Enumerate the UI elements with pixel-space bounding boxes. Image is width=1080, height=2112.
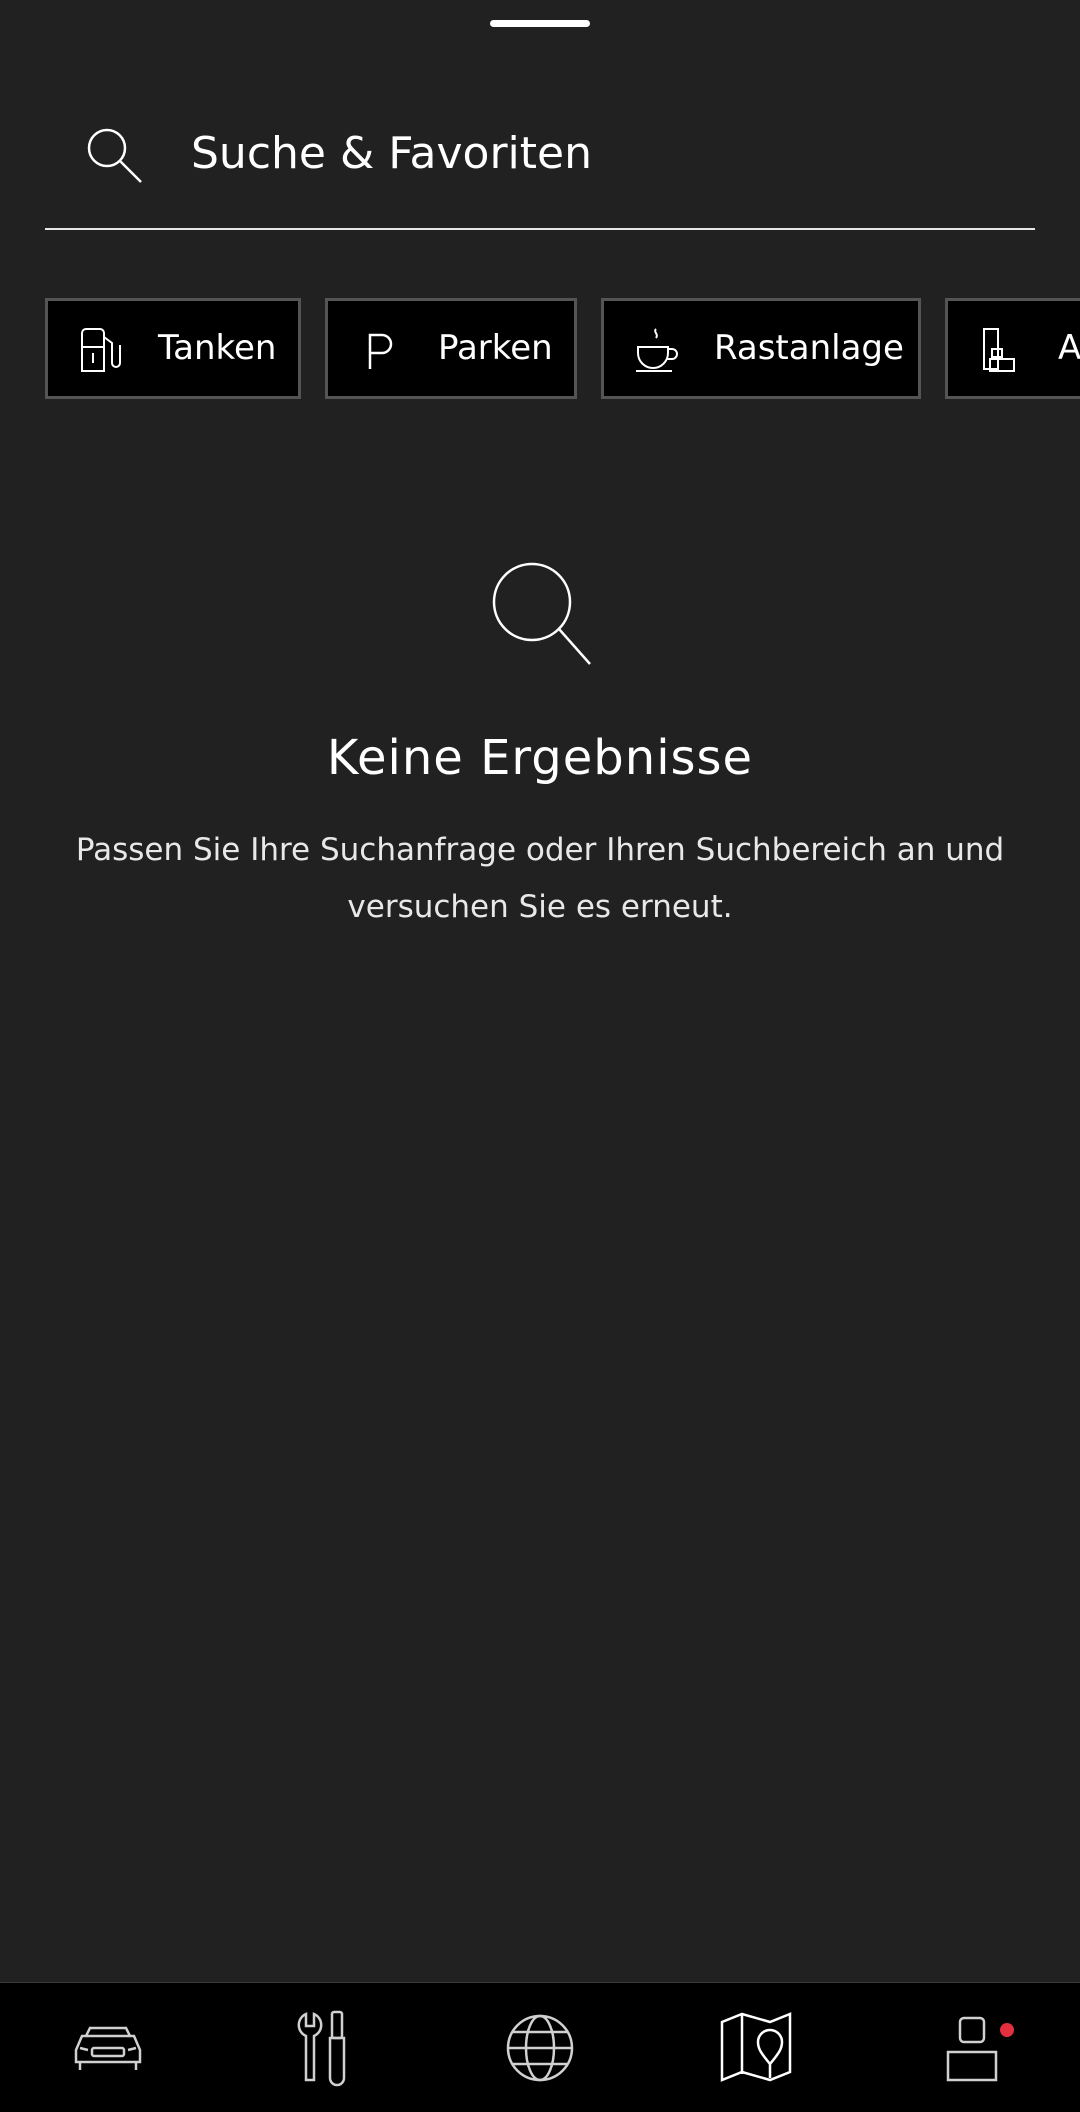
search-icon — [87, 128, 142, 183]
search-bar[interactable] — [45, 100, 1035, 230]
nav-item-car[interactable] — [0, 1983, 216, 2112]
chip-label: Parken — [438, 328, 553, 368]
category-chips: Tanken Parken Rastanlage A — [45, 298, 1080, 400]
empty-state-description: Passen Sie Ihre Suchanfrage oder Ihren S… — [75, 832, 1005, 925]
search-input[interactable] — [191, 122, 991, 186]
fuel-pump-icon — [81, 328, 121, 372]
chip-more[interactable]: A — [945, 298, 1080, 399]
chip-tanken[interactable]: Tanken — [45, 298, 301, 399]
profile-icon — [946, 2016, 998, 2082]
chip-label: A — [1058, 328, 1080, 368]
map-icon — [720, 2012, 792, 2082]
chip-rastanlage[interactable]: Rastanlage — [601, 298, 921, 399]
search-screen: Tanken Parken Rastanlage A — [0, 0, 1080, 2112]
drag-handle[interactable] — [490, 20, 590, 27]
globe-icon — [506, 2014, 574, 2082]
car-icon — [74, 2026, 142, 2070]
bottom-navigation — [0, 1982, 1080, 2112]
chip-parken[interactable]: Parken — [325, 298, 577, 399]
nav-item-explore[interactable] — [432, 1983, 648, 2112]
chip-label: Tanken — [158, 328, 277, 368]
nav-item-service[interactable] — [216, 1983, 432, 2112]
search-icon — [492, 562, 591, 665]
empty-state-title: Keine Ergebnisse — [326, 730, 754, 786]
chip-label: Rastanlage — [714, 328, 904, 368]
parking-icon — [368, 333, 393, 369]
nav-item-profile[interactable] — [864, 1983, 1080, 2112]
building-icon — [983, 328, 1015, 372]
tools-icon — [297, 2010, 346, 2087]
coffee-cup-icon — [636, 328, 678, 372]
nav-item-map[interactable] — [648, 1983, 864, 2112]
notification-dot — [1000, 2023, 1014, 2037]
